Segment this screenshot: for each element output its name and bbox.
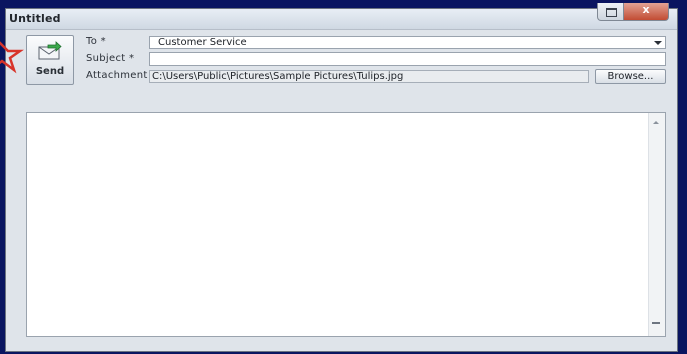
to-label: To * — [86, 36, 106, 47]
message-body[interactable] — [26, 112, 666, 337]
window-title: Untitled — [9, 12, 61, 25]
attachment-label: Attachment — [86, 70, 148, 81]
close-icon: x — [642, 3, 650, 16]
close-button[interactable]: x — [623, 3, 669, 21]
title-bar[interactable]: Untitled x — [6, 3, 677, 30]
window-controls: x — [597, 3, 669, 21]
star-marker-icon — [0, 41, 24, 74]
browse-button[interactable]: Browse... — [595, 69, 666, 84]
send-button[interactable]: Send — [26, 35, 74, 85]
scroll-up-icon[interactable] — [653, 121, 659, 124]
maximize-button[interactable] — [597, 3, 625, 21]
vertical-scrollbar[interactable] — [648, 113, 665, 336]
compose-window: Untitled x Send To * Customer Service Su… — [0, 3, 678, 352]
envelope-send-icon — [38, 41, 62, 60]
subject-input[interactable] — [149, 52, 666, 66]
maximize-icon — [606, 8, 617, 17]
attachment-path-field[interactable]: C:\Users\Public\Pictures\Sample Pictures… — [149, 70, 589, 83]
subject-label: Subject * — [86, 53, 135, 64]
send-label: Send — [35, 66, 65, 77]
to-dropdown[interactable]: Customer Service — [149, 36, 666, 49]
scroll-down-icon[interactable] — [652, 322, 660, 324]
attachment-path: C:\Users\Public\Pictures\Sample Pictures… — [152, 71, 404, 82]
chevron-down-icon[interactable] — [654, 41, 662, 45]
to-selected-value: Customer Service — [158, 37, 247, 48]
